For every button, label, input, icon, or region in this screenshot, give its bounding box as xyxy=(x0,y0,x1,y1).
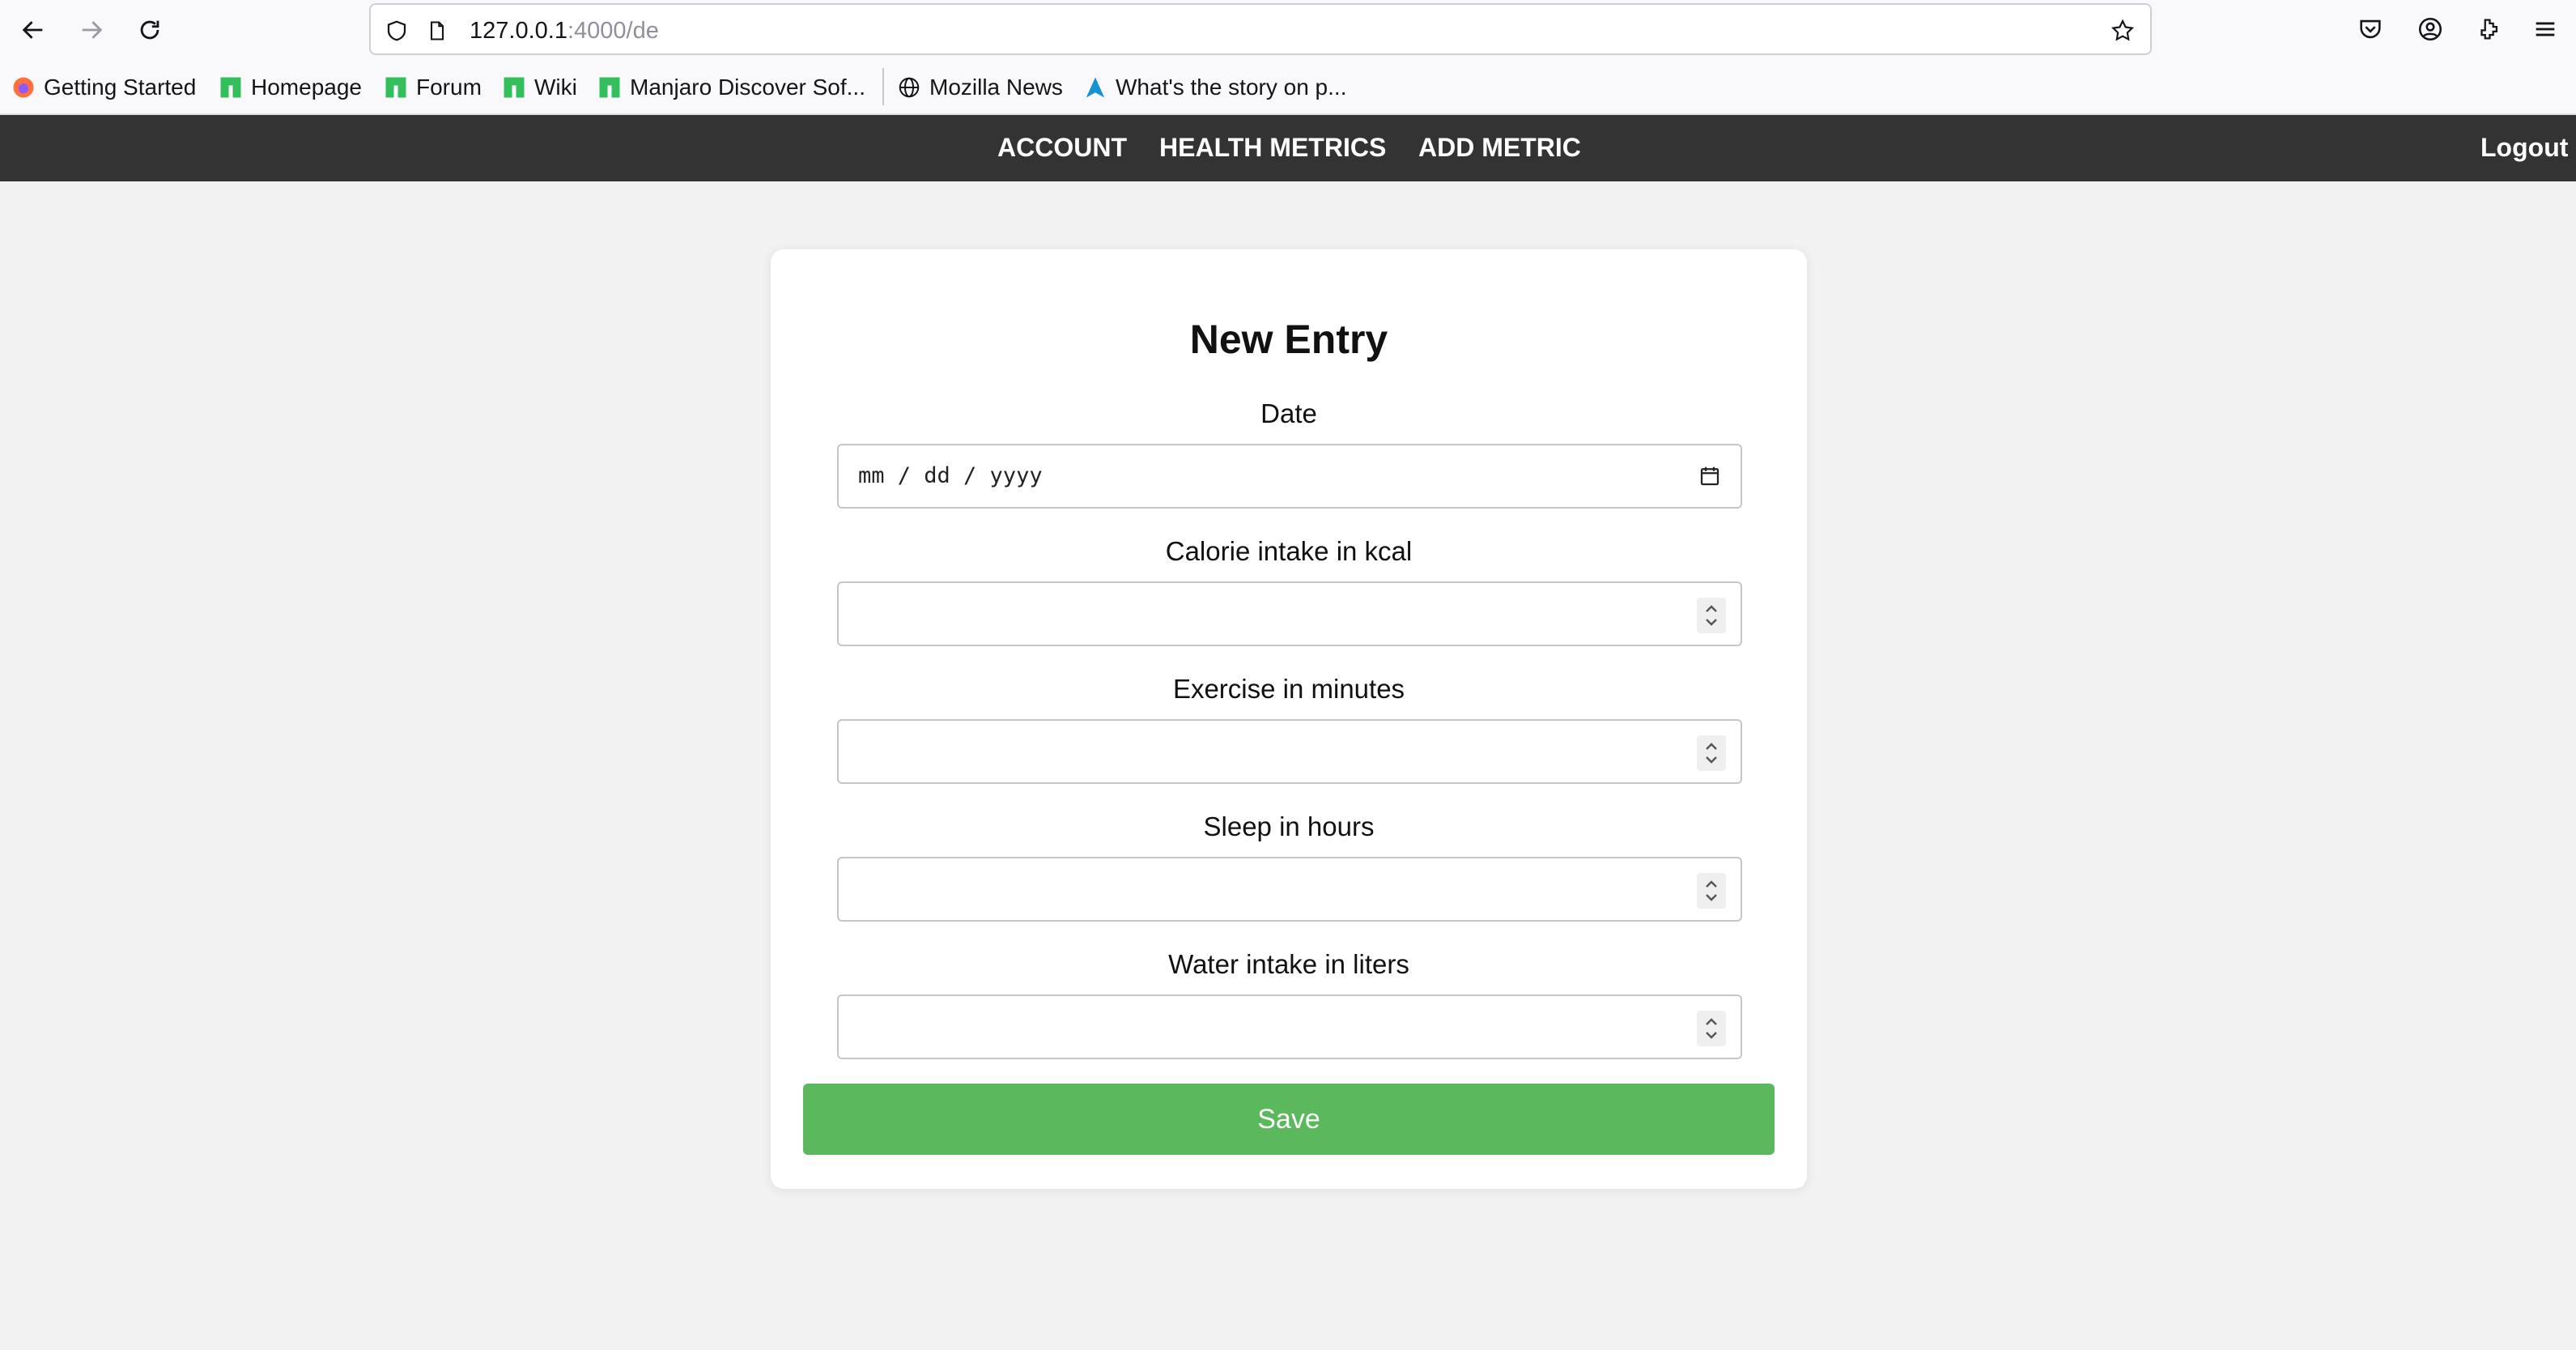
bookmark-homepage[interactable]: Homepage xyxy=(219,71,362,104)
exercise-spinner-icon[interactable] xyxy=(1697,735,1726,771)
url-text[interactable]: 127.0.0.1:4000/de xyxy=(470,18,659,45)
browser-toolbar: 127.0.0.1:4000/de xyxy=(0,0,2576,58)
sleep-label: Sleep in hours xyxy=(1203,811,1375,841)
nav-account[interactable]: ACCOUNT xyxy=(997,133,1127,163)
site-nav: ACCOUNT HEALTH METRICS ADD METRIC Logout xyxy=(0,115,2576,181)
sleep-spinner-icon[interactable] xyxy=(1697,873,1726,909)
manjaro-icon xyxy=(219,75,243,100)
arrow-right-icon xyxy=(82,21,103,39)
calendar-icon[interactable] xyxy=(1694,460,1726,492)
bookmark-manjaro-discover[interactable]: Manjaro Discover Sof... xyxy=(597,71,865,104)
water-input[interactable] xyxy=(837,994,1742,1059)
date-input-value: mm / dd / yyyy xyxy=(858,463,1043,488)
bookmark-separator xyxy=(882,68,884,105)
water-label: Water intake in liters xyxy=(1168,949,1409,979)
arch-icon xyxy=(1083,75,1107,100)
pocket-icon[interactable] xyxy=(2354,13,2387,45)
reload-icon xyxy=(140,20,159,40)
bookmark-star-icon[interactable] xyxy=(2108,16,2137,45)
nav-add-metric[interactable]: ADD METRIC xyxy=(1418,133,1581,163)
firefox-icon xyxy=(11,75,36,100)
menu-icon[interactable] xyxy=(2529,13,2561,45)
logout-link[interactable]: Logout xyxy=(2480,133,2568,163)
calorie-spinner-icon[interactable] xyxy=(1697,598,1726,633)
shield-icon[interactable] xyxy=(382,16,411,45)
exercise-input[interactable] xyxy=(837,719,1742,784)
manjaro-icon xyxy=(384,75,408,100)
extensions-icon[interactable] xyxy=(2472,13,2505,45)
save-button[interactable]: Save xyxy=(803,1084,1775,1155)
bookmark-getting-started[interactable]: Getting Started xyxy=(11,71,196,104)
account-icon[interactable] xyxy=(2414,13,2446,45)
arrow-left-icon xyxy=(22,21,43,39)
back-button[interactable] xyxy=(15,11,52,49)
form-title: New Entry xyxy=(1189,317,1388,362)
globe-icon xyxy=(897,75,921,100)
manjaro-icon xyxy=(502,75,526,100)
bookmark-story[interactable]: What's the story on p... xyxy=(1083,71,1346,104)
date-input[interactable]: mm / dd / yyyy xyxy=(837,444,1742,509)
page-icon[interactable] xyxy=(423,16,452,45)
bookmarks-bar: Getting Started Homepage Forum Wiki Manj… xyxy=(0,58,2576,115)
water-spinner-icon[interactable] xyxy=(1697,1011,1726,1046)
date-label: Date xyxy=(1260,398,1317,428)
sleep-input[interactable] xyxy=(837,857,1742,922)
bookmark-mozilla-news[interactable]: Mozilla News xyxy=(897,71,1063,104)
manjaro-icon xyxy=(597,75,622,100)
bookmark-wiki[interactable]: Wiki xyxy=(502,71,577,104)
calorie-label: Calorie intake in kcal xyxy=(1165,536,1413,566)
reload-button[interactable] xyxy=(131,11,168,49)
url-bar[interactable]: 127.0.0.1:4000/de xyxy=(369,3,2152,55)
exercise-label: Exercise in minutes xyxy=(1172,674,1405,704)
new-entry-card: New Entry Date mm / dd / yyyy Calorie in… xyxy=(771,249,1807,1189)
bookmark-forum[interactable]: Forum xyxy=(384,71,482,104)
nav-health-metrics[interactable]: HEALTH METRICS xyxy=(1159,133,1386,163)
forward-button[interactable] xyxy=(73,11,110,49)
calorie-input[interactable] xyxy=(837,581,1742,646)
